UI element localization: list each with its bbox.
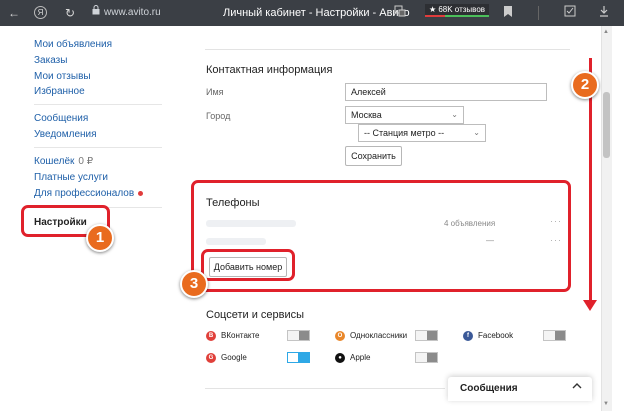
metro-select[interactable]: -- Станция метро -- ⌄ — [358, 124, 486, 142]
back-icon[interactable]: ← — [6, 5, 22, 21]
translate-icon[interactable] — [392, 5, 408, 21]
name-label: Имя — [206, 87, 224, 97]
sidebar-item-messages[interactable]: Сообщения — [34, 113, 88, 124]
vk-icon: В — [206, 331, 216, 341]
vk-label: ВКонтакте — [221, 331, 260, 340]
step-badge-2: 2 — [571, 71, 599, 99]
messages-widget-title: Сообщения — [460, 383, 518, 394]
sidebar-divider — [34, 147, 162, 148]
bookmark-svg — [504, 6, 512, 17]
sidebar-item-for-professionals[interactable]: Для профессионалов — [34, 188, 144, 199]
bookmark-icon[interactable] — [500, 5, 516, 21]
apple-toggle[interactable] — [415, 352, 438, 363]
scroll-down-icon[interactable]: ▼ — [603, 401, 609, 407]
scroll-up-icon[interactable]: ▲ — [603, 29, 609, 35]
translate-svg — [394, 5, 406, 17]
save-button[interactable]: Сохранить — [345, 146, 402, 166]
toggle-knob — [288, 353, 298, 362]
odnoklassniki-label: Одноклассники — [350, 331, 408, 340]
city-select[interactable]: Москва ⌄ — [345, 106, 464, 124]
toggle-knob — [555, 331, 565, 340]
chevron-up-svg — [572, 383, 582, 389]
download-svg — [600, 6, 608, 17]
for-professionals-label: Для профессионалов — [34, 188, 135, 199]
odnoklassniki-icon: О — [335, 331, 345, 341]
reviews-rating-bar — [425, 15, 445, 17]
browser-toolbar: ← Я ↻ www.avito.ru Личный кабинет - Наст… — [0, 0, 624, 26]
facebook-toggle[interactable] — [543, 330, 566, 341]
metro-select-value: -- Станция метро -- — [364, 128, 445, 138]
yandex-icon[interactable]: Я — [34, 6, 47, 19]
chevron-up-icon[interactable] — [572, 381, 582, 393]
sidebar-item-orders[interactable]: Заказы — [34, 55, 67, 66]
city-label: Город — [206, 111, 231, 121]
social-section-title: Соцсети и сервисы — [206, 309, 305, 321]
messages-widget[interactable]: Сообщения — [448, 377, 592, 401]
apple-label: Apple — [350, 353, 371, 362]
apple-icon: ● — [335, 353, 345, 363]
google-toggle[interactable] — [287, 352, 310, 363]
download-icon[interactable] — [596, 5, 612, 21]
wallet-amount: 0 ₽ — [78, 156, 94, 167]
new-indicator-dot — [138, 190, 144, 196]
address-bar[interactable]: www.avito.ru — [104, 7, 161, 18]
scroll-arrow-head — [583, 300, 597, 311]
chevron-down-icon: ⌄ — [473, 128, 480, 137]
toggle-knob — [427, 353, 437, 362]
contact-section-title: Контактная информация — [206, 64, 333, 76]
sidebar-item-favorites[interactable]: Избранное — [34, 86, 85, 97]
facebook-icon: f — [463, 331, 473, 341]
chevron-down-icon: ⌄ — [451, 110, 458, 119]
sidebar-item-notifications[interactable]: Уведомления — [34, 129, 97, 140]
facebook-label: Facebook — [478, 331, 514, 340]
toggle-knob — [427, 331, 437, 340]
google-icon: G — [206, 353, 216, 363]
reviews-badge-label: ★ 68K отзывов — [428, 5, 486, 14]
sidebar-item-wallet[interactable]: Кошелёк 0 ₽ — [34, 156, 93, 167]
scrollbar-thumb[interactable] — [603, 92, 610, 158]
google-label: Google — [221, 353, 247, 362]
sidebar-divider — [34, 104, 162, 105]
lock-icon — [88, 5, 104, 21]
sidebar-item-my-ads[interactable]: Мои объявления — [34, 39, 112, 50]
step-badge-1: 1 — [86, 224, 114, 252]
toggle-knob — [299, 331, 309, 340]
extensions-icon[interactable] — [562, 5, 578, 21]
section-divider — [205, 388, 445, 389]
name-input[interactable] — [345, 83, 547, 101]
odnoklassniki-toggle[interactable] — [415, 330, 438, 341]
page-title: Личный кабинет - Настройки - Авито — [223, 7, 410, 19]
sidebar-item-my-reviews[interactable]: Мои отзывы — [34, 71, 91, 82]
wallet-label: Кошелёк — [34, 156, 75, 167]
page-scrollbar[interactable] — [601, 26, 612, 411]
toolbar-divider — [538, 6, 539, 20]
step-badge-3: 3 — [180, 270, 208, 298]
extensions-svg — [564, 5, 576, 17]
sidebar-item-paid-services[interactable]: Платные услуги — [34, 172, 108, 183]
highlight-add-phone — [201, 249, 295, 281]
vk-toggle[interactable] — [287, 330, 310, 341]
reviews-badge[interactable]: ★ 68K отзывов — [425, 4, 489, 17]
city-select-value: Москва — [351, 110, 382, 120]
reload-icon[interactable]: ↻ — [62, 5, 78, 21]
section-divider — [205, 49, 570, 50]
lock-svg — [92, 5, 100, 15]
